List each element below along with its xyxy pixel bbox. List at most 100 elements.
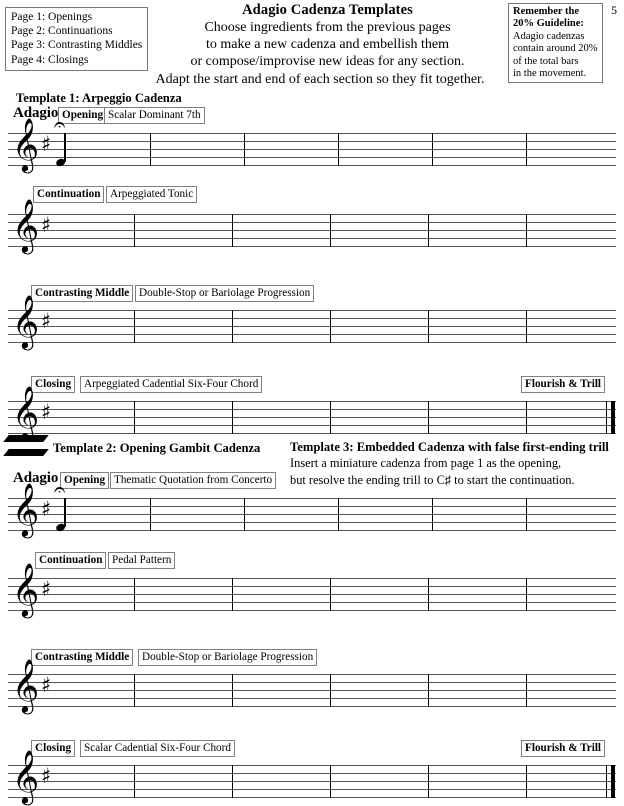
treble-clef-icon: 𝄞 xyxy=(12,385,40,439)
staff-system-2-2: 𝄞 ♯ xyxy=(8,566,616,612)
barline xyxy=(428,310,430,343)
subtitle-line: or compose/improvise new ideas for any s… xyxy=(190,54,465,70)
guideline-box: Remember the 20% Guideline: Adagio caden… xyxy=(508,3,603,84)
section-role-label[interactable]: Continuation xyxy=(33,186,105,203)
guideline-heading: 20% Guideline: xyxy=(513,18,584,30)
barline xyxy=(526,401,528,434)
guideline-body: in the movement. xyxy=(513,68,587,80)
key-signature-sharp-icon: ♯ xyxy=(41,213,52,237)
treble-clef-icon: 𝄞 xyxy=(12,117,40,171)
staff-system-1-4: 𝄞 ♯ xyxy=(8,389,616,435)
guideline-body: contain around 20% xyxy=(513,43,598,55)
index-item: Page 4: Closings xyxy=(11,53,89,66)
barline xyxy=(338,498,340,531)
section-role-label[interactable]: Opening xyxy=(58,107,108,124)
barline xyxy=(232,401,234,434)
section-ingredient-label[interactable]: Double-Stop or Bariolage Progression xyxy=(135,285,315,302)
key-signature-sharp-icon: ♯ xyxy=(41,309,52,333)
key-signature-sharp-icon: ♯ xyxy=(41,673,52,697)
treble-clef-icon: 𝄞 xyxy=(12,294,40,348)
staff-system-1-3: 𝄞 ♯ xyxy=(8,298,616,344)
sheet-music-page: Page 1: Openings Page 2: Continuations P… xyxy=(0,0,624,806)
staff-lines xyxy=(8,578,616,611)
barline xyxy=(330,765,332,798)
barline xyxy=(232,765,234,798)
section-end-label[interactable]: Flourish & Trill xyxy=(521,740,606,757)
barline xyxy=(134,578,136,611)
final-barline-thick xyxy=(611,401,615,434)
barline xyxy=(232,674,234,707)
treble-clef-icon: 𝄞 xyxy=(12,562,40,616)
staff-lines xyxy=(8,214,616,247)
section-ingredient-label[interactable]: Double-Stop or Bariolage Progression xyxy=(138,649,318,666)
barline xyxy=(244,133,246,166)
barline xyxy=(134,310,136,343)
section-ingredient-label[interactable]: Scalar Cadential Six-Four Chord xyxy=(80,740,235,757)
final-barline-thin xyxy=(606,401,608,434)
index-item: Page 1: Openings xyxy=(11,11,93,23)
template-3-body-line: Insert a miniature cadenza from page 1 a… xyxy=(290,456,562,470)
section-ingredient-label[interactable]: Thematic Quotation from Concerto xyxy=(110,472,277,489)
title-block: Adagio Cadenza Templates Choose ingredie… xyxy=(150,2,505,88)
barline xyxy=(244,498,246,531)
staff-system-2-3: 𝄞 ♯ xyxy=(8,662,616,708)
note-stem xyxy=(64,498,66,527)
barline xyxy=(526,674,528,707)
section-role-label[interactable]: Contrasting Middle xyxy=(31,649,134,666)
section-end-label[interactable]: Flourish & Trill xyxy=(521,376,606,393)
treble-clef-icon: 𝄞 xyxy=(12,658,40,712)
barline xyxy=(338,133,340,166)
system-separator-icon xyxy=(3,432,49,466)
fermata-icon: 𝄐 xyxy=(54,477,66,501)
barline xyxy=(232,578,234,611)
barline xyxy=(432,133,434,166)
barline xyxy=(330,578,332,611)
barline xyxy=(150,498,152,531)
section-role-label[interactable]: Contrasting Middle xyxy=(31,285,134,302)
key-signature-sharp-icon: ♯ xyxy=(41,497,52,521)
index-item: Page 2: Continuations xyxy=(11,25,113,38)
barline xyxy=(232,214,234,247)
barline xyxy=(150,133,152,166)
section-role-label[interactable]: Opening xyxy=(60,472,110,489)
barline xyxy=(330,401,332,434)
subtitle-line: Choose ingredients from the previous pag… xyxy=(204,20,451,35)
key-signature-sharp-icon: ♯ xyxy=(41,400,52,424)
barline xyxy=(428,401,430,434)
staff-system-1-2: 𝄞 ♯ xyxy=(8,202,616,248)
template-3-heading: Template 3: Embedded Cadenza with false … xyxy=(290,440,609,454)
staff-lines xyxy=(8,498,616,531)
page-title: Adagio Cadenza Templates xyxy=(242,2,413,18)
barline xyxy=(428,674,430,707)
staff-lines xyxy=(8,401,616,434)
index-item: Page 3: Contrasting Middles xyxy=(11,39,143,52)
barline xyxy=(526,578,528,611)
barline xyxy=(526,214,528,247)
template-1-heading: Template 1: Arpeggio Cadenza xyxy=(16,91,182,105)
section-role-label[interactable]: Continuation xyxy=(35,552,107,569)
page-index-box: Page 1: Openings Page 2: Continuations P… xyxy=(5,7,148,71)
note-stem xyxy=(64,133,66,162)
barline xyxy=(428,578,430,611)
staff-system-2-4: 𝄞 ♯ xyxy=(8,753,616,799)
barline xyxy=(330,214,332,247)
staff-lines xyxy=(8,765,616,798)
barline xyxy=(134,674,136,707)
section-ingredient-label[interactable]: Arpeggiated Tonic xyxy=(106,186,198,203)
page-number: 5 xyxy=(611,3,617,17)
subtitle-line: to make a new cadenza and embellish them xyxy=(206,37,449,53)
section-ingredient-label[interactable]: Scalar Dominant 7th xyxy=(104,107,205,124)
barline xyxy=(526,133,528,166)
section-ingredient-label[interactable]: Arpeggiated Cadential Six-Four Chord xyxy=(80,376,263,393)
barline xyxy=(526,498,528,531)
key-signature-sharp-icon: ♯ xyxy=(41,764,52,788)
barline xyxy=(330,674,332,707)
treble-clef-icon: 𝄞 xyxy=(12,749,40,803)
barline xyxy=(330,310,332,343)
section-ingredient-label[interactable]: Pedal Pattern xyxy=(108,552,176,569)
staff-lines xyxy=(8,310,616,343)
key-signature-sharp-icon: ♯ xyxy=(41,132,52,156)
final-barline-thin xyxy=(606,765,608,798)
guideline-body: of the total bars xyxy=(513,55,579,67)
template-2-heading: Template 2: Opening Gambit Cadenza xyxy=(53,441,261,455)
